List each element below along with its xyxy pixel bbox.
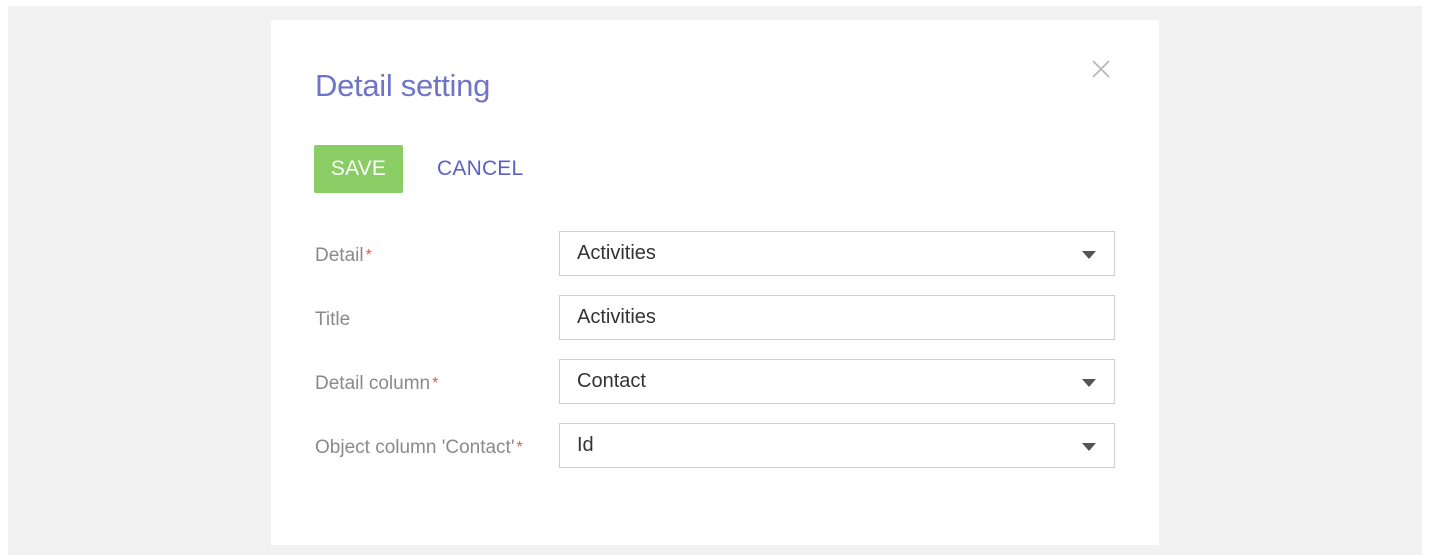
form-row-object-column: Object column 'Contact' * Id [315,423,1115,468]
caret-down-icon[interactable] [1082,443,1096,451]
detail-column-dropdown[interactable]: Contact [559,359,1115,404]
cancel-button[interactable]: CANCEL [423,145,537,193]
detail-label-text: Detail [315,245,364,266]
object-column-dropdown[interactable]: Id [559,423,1115,468]
form-row-detail-column: Detail column * Contact [315,359,1115,404]
detail-column-dropdown-value: Contact [577,370,646,392]
form-row-title: Title [315,295,1115,340]
title-label: Title [315,309,351,330]
dialog-title: Detail setting [315,68,491,103]
required-marker: * [516,439,523,456]
form-row-detail: Detail * Activities [315,231,1115,276]
detail-setting-dialog: Detail setting SAVE CANCEL Detail * Activ… [271,20,1159,545]
detail-label: Detail * [315,245,372,267]
detail-dropdown-value: Activities [577,242,656,264]
required-marker: * [365,247,372,264]
save-button[interactable]: SAVE [314,145,403,193]
close-icon [1089,57,1113,81]
required-marker: * [432,375,439,392]
object-column-label: Object column 'Contact' * [315,437,523,459]
caret-down-icon[interactable] [1082,251,1096,259]
object-column-dropdown-value: Id [577,434,594,456]
detail-dropdown[interactable]: Activities [559,231,1115,276]
detail-column-label-text: Detail column [315,373,431,394]
object-column-label-text: Object column 'Contact' [315,437,515,458]
close-button[interactable] [1089,57,1113,81]
title-input[interactable] [560,296,1114,339]
caret-down-icon[interactable] [1082,379,1096,387]
title-field[interactable] [559,295,1115,340]
detail-column-label: Detail column * [315,373,438,395]
